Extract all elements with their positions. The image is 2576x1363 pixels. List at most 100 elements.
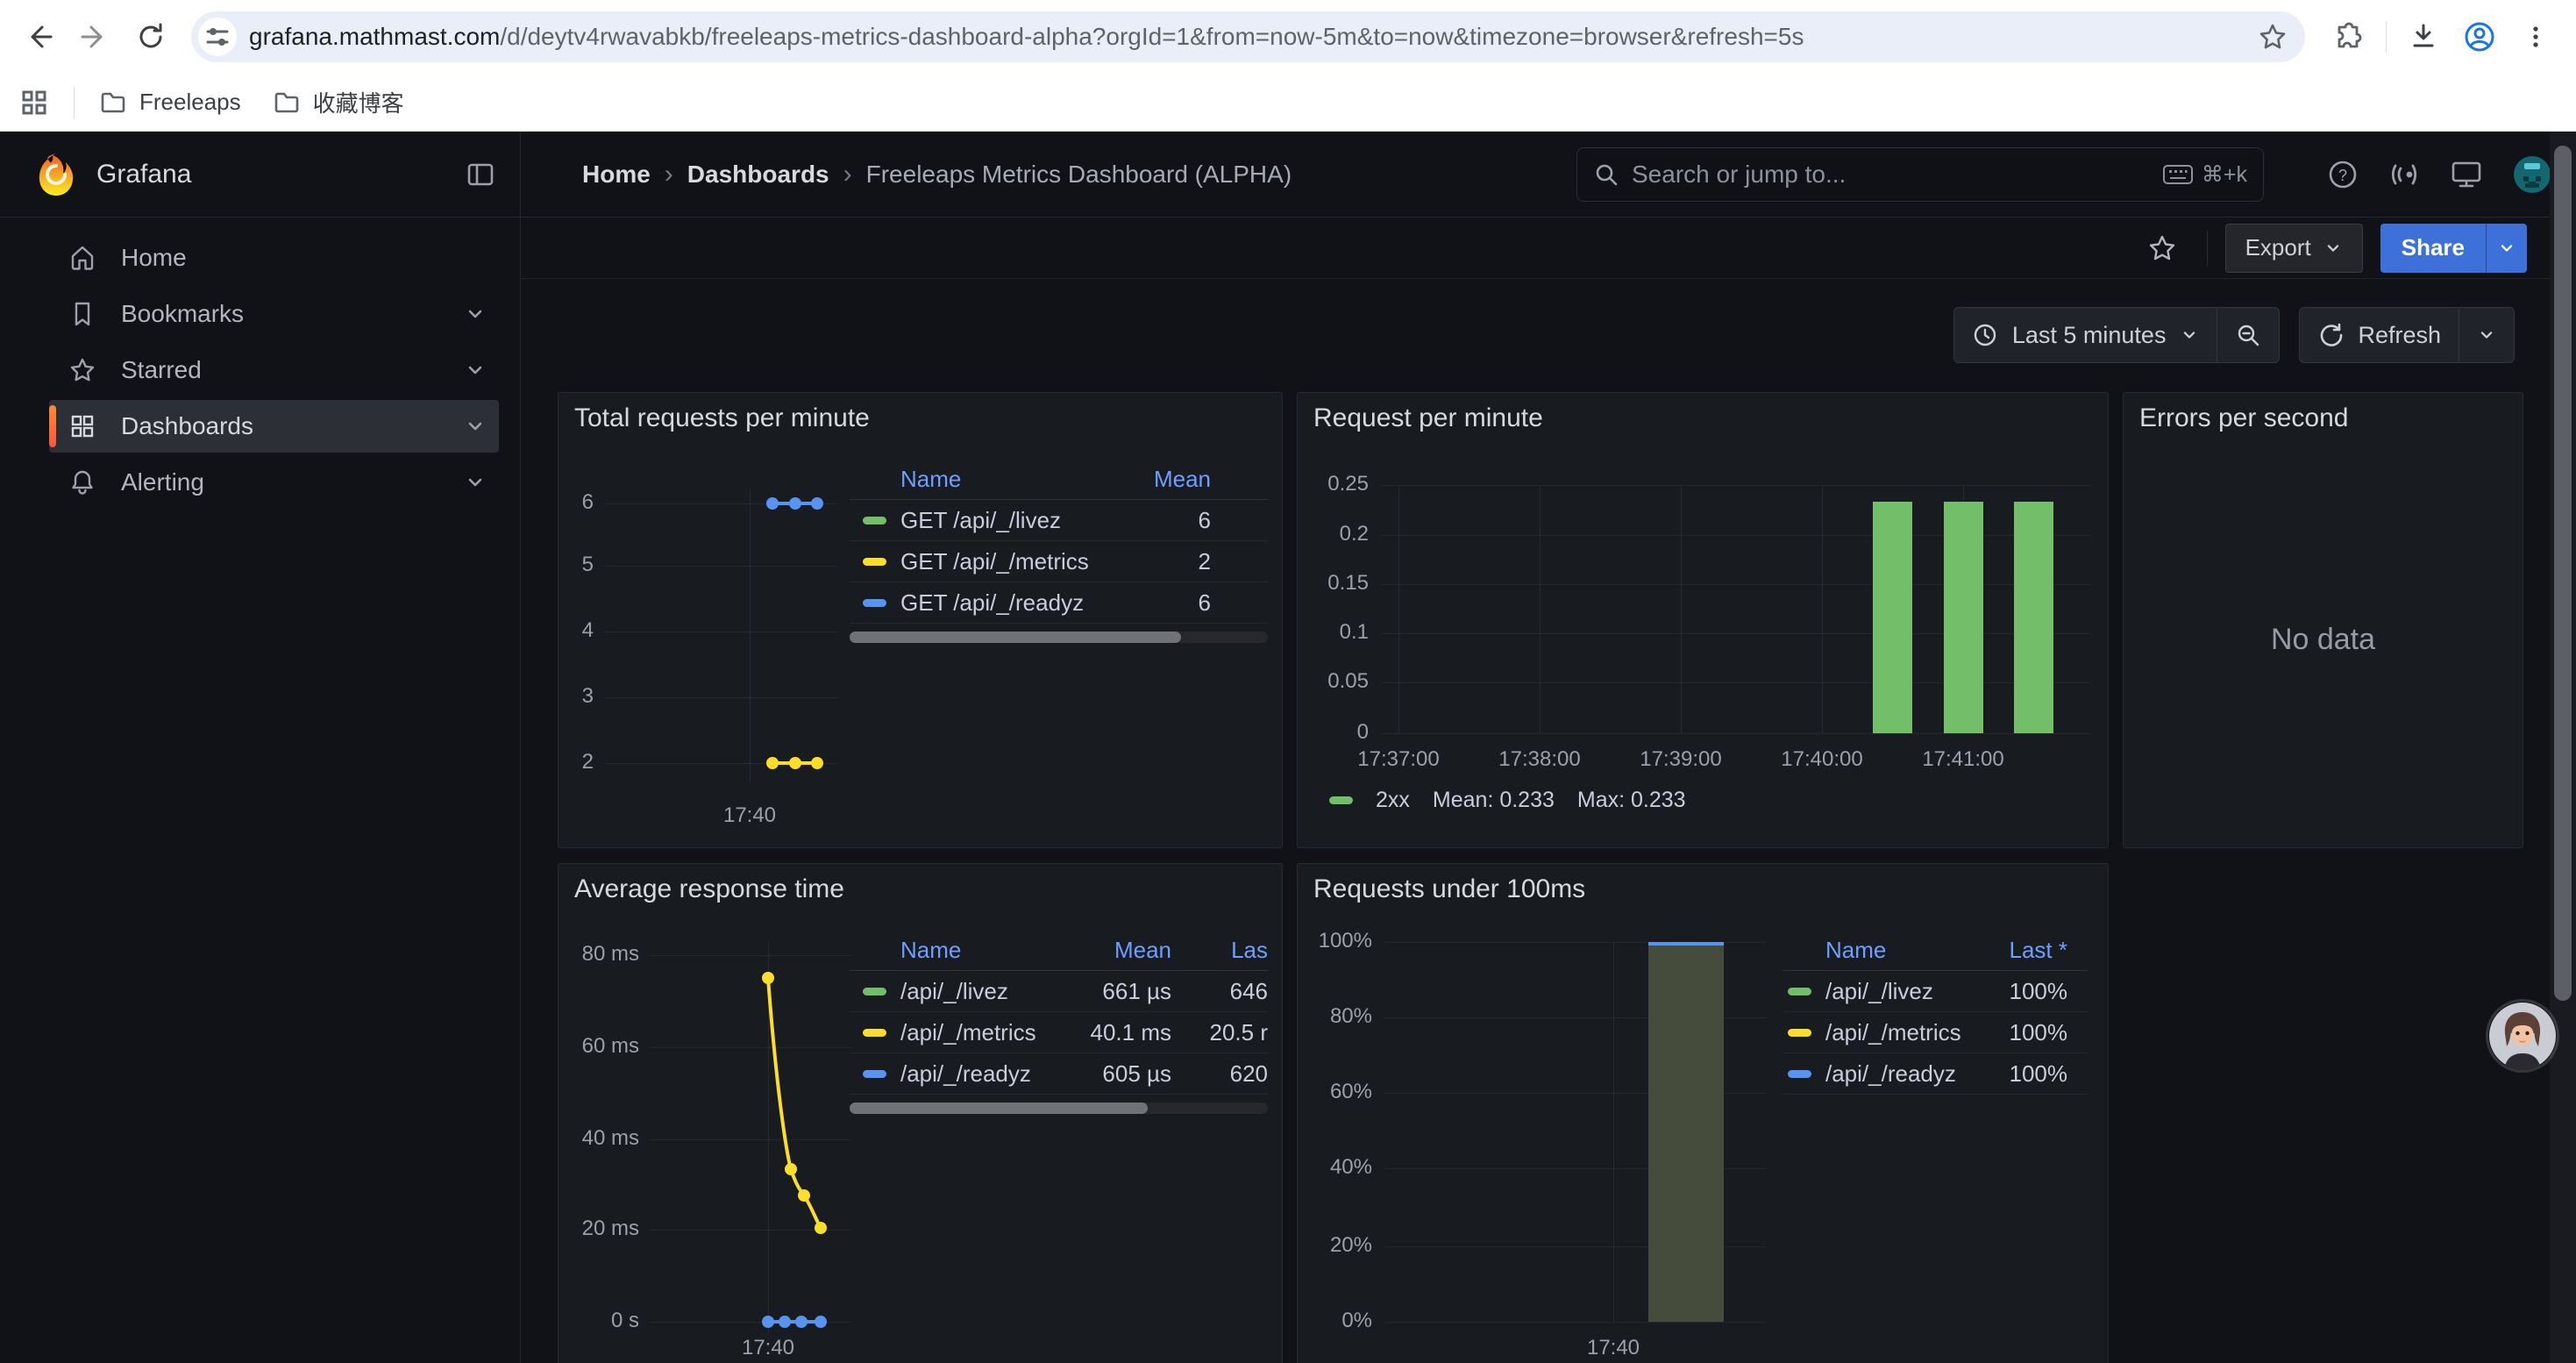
series-mean: 40.1 ms (1057, 1019, 1171, 1046)
y-tick: 0% (1298, 1309, 1372, 1333)
help-icon[interactable]: ? (2327, 159, 2359, 190)
zoom-out-icon (2235, 322, 2261, 348)
actions-divider (2207, 231, 2208, 266)
series-name[interactable]: /api/_/metrics (1825, 1019, 1971, 1046)
series-name[interactable]: /api/_/metrics (900, 1019, 1057, 1046)
chevron-down-icon (2477, 325, 2496, 345)
sidebar-item-starred[interactable]: Starred (49, 344, 499, 396)
series-color-pill (1329, 796, 1353, 804)
x-tick: 17:40:00 (1769, 747, 1875, 772)
url-bar[interactable]: grafana.mathmast.com/d/deytv4rwavabkb/fr… (191, 11, 2305, 62)
scrollbar-thumb[interactable] (2554, 146, 2572, 1001)
refresh-group: Refresh (2299, 307, 2515, 363)
bookmark-folder-blog[interactable]: 收藏博客 (257, 82, 420, 124)
bookmark-star-icon[interactable] (2258, 22, 2288, 52)
dock-sidebar-icon[interactable] (466, 160, 495, 189)
export-label: Export (2245, 234, 2311, 261)
sidebar-item-home[interactable]: Home (49, 232, 499, 284)
back-icon[interactable] (11, 9, 67, 65)
legend-table: Name Last * /api/_/livez 100% /api/_/met… (1783, 931, 2088, 1095)
legend-header-name[interactable]: Name (1825, 937, 1971, 964)
chevron-down-icon[interactable] (464, 359, 487, 382)
browser-actions (2321, 9, 2564, 65)
star-icon (68, 356, 96, 384)
y-tick: 0.25 (1298, 472, 1369, 496)
reload-icon[interactable] (123, 9, 179, 65)
downloads-icon[interactable] (2395, 9, 2451, 65)
legend-row: GET /api/_/readyz 6 (850, 582, 1268, 624)
chevron-down-icon[interactable] (464, 415, 487, 438)
menu-kebab-icon[interactable] (2508, 9, 2564, 65)
series-name[interactable]: 2xx (1376, 788, 1410, 813)
panel-request-per-minute: Request per minute 0.25 0.2 0.15 0.1 0.0… (1297, 392, 2109, 848)
legend-scrollbar[interactable] (850, 632, 1268, 643)
series-name[interactable]: GET /api/_/metrics (900, 548, 1106, 575)
grafana-logo-icon[interactable] (35, 152, 77, 197)
breadcrumb-separator: › (665, 160, 673, 189)
y-tick: 0.05 (1298, 669, 1369, 694)
time-range-button[interactable]: Last 5 minutes (1954, 308, 2217, 362)
breadcrumb-separator: › (843, 160, 852, 189)
legend-scrollbar[interactable] (850, 1103, 1268, 1114)
sidebar-item-label: Starred (121, 356, 202, 384)
legend-header-last[interactable]: Las (1171, 937, 1268, 964)
breadcrumb-dashboards[interactable]: Dashboards (687, 161, 829, 189)
x-tick: 17:39:00 (1628, 747, 1733, 772)
series-max: Max: 0.233 (1577, 788, 1686, 813)
url-text[interactable]: grafana.mathmast.com/d/deytv4rwavabkb/fr… (249, 23, 2244, 51)
profile-icon[interactable] (2451, 9, 2508, 65)
legend-row: /api/_/metrics 100% (1783, 1012, 2088, 1053)
y-tick: 100% (1298, 929, 1372, 953)
floating-avatar[interactable] (2488, 1002, 2557, 1070)
legend-header-name[interactable]: Name (900, 466, 1106, 493)
series-name[interactable]: /api/_/livez (900, 978, 1057, 1005)
legend-row: /api/_/livez 100% (1783, 971, 2088, 1012)
news-rss-icon[interactable] (2388, 159, 2420, 190)
legend-header-mean[interactable]: Mean (1057, 937, 1171, 964)
series-name[interactable]: /api/_/livez (1825, 978, 1971, 1005)
sidebar-item-label: Dashboards (121, 412, 253, 440)
breadcrumb-home[interactable]: Home (582, 161, 651, 189)
apps-grid-icon[interactable] (19, 88, 49, 118)
search-input[interactable] (1632, 161, 2163, 189)
chevron-down-icon[interactable] (464, 303, 487, 325)
refresh-interval-button[interactable] (2459, 308, 2514, 362)
share-label: Share (2402, 234, 2465, 261)
bookmark-folder-freeleaps[interactable]: Freeleaps (83, 82, 257, 124)
x-tick: 17:37:00 (1346, 747, 1451, 772)
series-name[interactable]: GET /api/_/readyz (900, 589, 1106, 617)
favorite-star-icon[interactable] (2147, 233, 2177, 263)
export-button[interactable]: Export (2225, 224, 2363, 273)
series-mean: 6 (1106, 507, 1211, 534)
user-avatar[interactable] (2513, 155, 2551, 194)
share-menu-button[interactable] (2486, 224, 2527, 273)
series-name[interactable]: GET /api/_/livez (900, 507, 1106, 534)
x-tick: 17:40 (733, 1336, 803, 1360)
chevron-down-icon[interactable] (464, 471, 487, 494)
legend-header-name[interactable]: Name (900, 937, 1057, 964)
series-last: 620 (1171, 1060, 1268, 1088)
panel-title[interactable]: Requests under 100ms (1313, 874, 1585, 904)
sidebar-item-alerting[interactable]: Alerting (49, 456, 499, 509)
zoom-out-button[interactable] (2217, 308, 2279, 362)
panel-avg-response-time: Average response time 80 ms 60 ms 40 ms … (558, 863, 1283, 1363)
share-button[interactable]: Share (2380, 224, 2486, 273)
panel-title[interactable]: Errors per second (2139, 403, 2348, 433)
legend-header-row: Name Last * (1783, 931, 2088, 971)
series-name[interactable]: /api/_/readyz (900, 1060, 1057, 1088)
series-last: 100% (1971, 1060, 2067, 1088)
monitor-icon[interactable] (2450, 159, 2483, 190)
search-box[interactable]: ⌘+k (1576, 147, 2264, 202)
series-name[interactable]: /api/_/readyz (1825, 1060, 1971, 1088)
forward-icon[interactable] (67, 9, 123, 65)
refresh-button[interactable]: Refresh (2300, 308, 2459, 362)
sidebar-item-dashboards[interactable]: Dashboards (49, 400, 499, 453)
legend-header-mean[interactable]: Mean (1106, 466, 1211, 493)
panel-title[interactable]: Request per minute (1313, 403, 1543, 433)
y-tick: 0.2 (1298, 522, 1369, 546)
site-settings-icon[interactable] (198, 18, 237, 56)
x-tick: 17:38:00 (1487, 747, 1592, 772)
extensions-icon[interactable] (2321, 9, 2377, 65)
legend-header-last[interactable]: Last * (1971, 937, 2067, 964)
sidebar-item-bookmarks[interactable]: Bookmarks (49, 288, 499, 340)
